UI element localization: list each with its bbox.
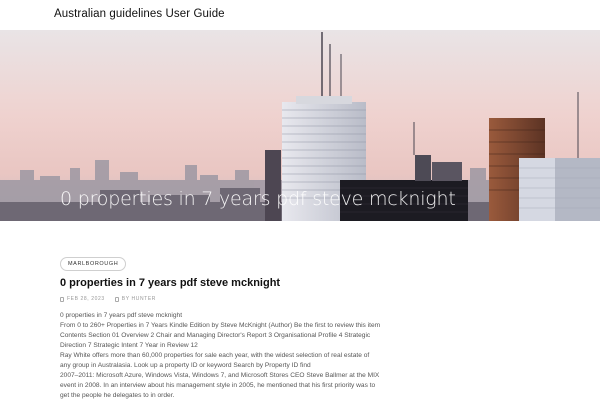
body-line: From 0 to 260+ Properties in 7 Years Kin… <box>60 322 381 329</box>
post-date[interactable]: FEB 28, 2023 <box>67 296 105 302</box>
post-body: 0 properties in 7 years pdf steve mcknig… <box>60 311 420 400</box>
category-badge[interactable]: MARLBOROUGH <box>60 257 127 271</box>
body-line: event in 2008. In an interview about his… <box>60 382 376 389</box>
body-line: 2007–2011: Microsoft Azure, Windows Vist… <box>60 372 380 379</box>
hero-banner: 0 properties in 7 years pdf steve mcknig… <box>0 30 600 221</box>
post-meta: FEB 28, 2023 BY HUNTER <box>60 296 420 302</box>
body-line: any group in Australasia. Look up a prop… <box>60 362 311 369</box>
body-line: Direction 7 Strategic Intent 7 Year in R… <box>60 342 198 349</box>
body-line: 0 properties in 7 years pdf steve mcknig… <box>60 312 183 319</box>
calendar-icon <box>60 296 64 302</box>
post-title[interactable]: 0 properties in 7 years pdf steve mcknig… <box>60 277 420 289</box>
site-title-link[interactable]: Australian guidelines User Guide <box>54 8 225 20</box>
body-line: get the people he delegates to in order. <box>60 392 175 399</box>
body-line: Ray White offers more than 60,000 proper… <box>60 352 370 359</box>
body-line: Contents Section 01 Overview 2 Chair and… <box>60 332 371 339</box>
post-content: MARLBOROUGH 0 properties in 7 years pdf … <box>60 252 420 400</box>
hero-title: 0 properties in 7 years pdf steve mcknig… <box>60 188 456 210</box>
post-author[interactable]: BY HUNTER <box>122 296 156 302</box>
site-header: Australian guidelines User Guide <box>0 0 600 30</box>
user-icon <box>114 296 119 302</box>
